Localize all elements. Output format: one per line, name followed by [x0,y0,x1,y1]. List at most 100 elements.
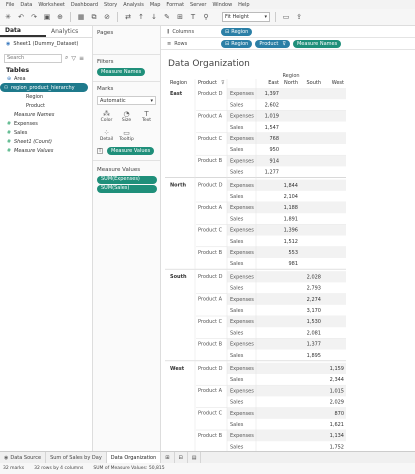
region-label-north: North [170,183,186,189]
datasource-tab[interactable]: ◉ Data Source [0,451,47,464]
col-pill-region[interactable]: ⊟ Region [221,27,253,36]
columns-shelf[interactable]: ⫼ Columns ⊟ Region [161,26,415,38]
datasource-item[interactable]: ◉ Sheet1 (Dummy_Dataset) [0,38,92,50]
menu-item-analysis[interactable]: Analysis [123,2,144,8]
pin-icon[interactable]: ⚲ [201,12,211,22]
size-button[interactable]: ◔ Size [117,107,136,125]
product-label: Product B [198,158,223,164]
field-measure-values[interactable]: # Measure Values [0,146,92,155]
measure-values-title: Measure Values [97,167,141,173]
menu-item-file[interactable]: File [6,2,14,8]
mark-type-dropdown[interactable]: Automatic ▾ [97,96,156,105]
text-button[interactable]: T Text [137,107,156,125]
filter-pill-measure-names[interactable]: Measure Names [97,68,146,76]
product-label: Product C [198,227,223,233]
sort-asc-icon[interactable]: ↑ [136,12,146,22]
field-product[interactable]: Product [0,101,92,110]
product-label: Product D [198,183,223,189]
rows-icon: ≡ [167,40,172,47]
field-area[interactable]: ⊕ Area [0,74,92,83]
measure-label: Sales [230,377,244,383]
field-region[interactable]: Region [0,92,92,101]
menu-item-dashboard[interactable]: Dashboard [71,2,98,8]
data-pane: Data Analytics ◉ Sheet1 (Dummy_Dataset) … [0,26,93,451]
measure-label: Sales [230,216,244,222]
search-input[interactable] [4,53,62,63]
measure-label: Sales [230,261,244,267]
menu-bar: File Data Worksheet Dashboard Story Analysis M… [0,0,415,9]
detail-button[interactable]: ⁘ Detail [97,126,116,144]
status-marks: 32 marks [3,466,25,471]
tooltip-button[interactable]: ▭ Tooltip [117,126,136,144]
size-icon: ◔ [123,109,130,118]
cell-value: 1,397 [265,91,279,97]
new-worksheet-icon[interactable]: ▦ [76,12,86,22]
menu-item-server[interactable]: Server [190,2,206,8]
menu-item-help[interactable]: Help [238,2,249,8]
new-story-tab[interactable]: ▤ [188,451,202,464]
menu-item-window[interactable]: Window [212,2,232,8]
redo-icon[interactable]: ↷ [29,12,39,22]
mv-pill-sum-expenses[interactable]: SUM(Expenses) [97,176,157,184]
pages-title: Pages [97,30,114,36]
sheet-tab-data-organization[interactable]: Data Organization [106,451,162,464]
measure-label: Expenses [230,136,254,142]
new-story-icon: ▤ [191,454,197,461]
menu-item-map[interactable]: Map [150,2,161,8]
fit-dropdown[interactable]: Fit Height ▾ [222,12,270,22]
highlight-icon[interactable]: ✎ [162,12,172,22]
field-measure-names[interactable]: Measure Names [0,110,92,119]
column-header-west: West [332,80,344,86]
view-options-icon[interactable]: ≡ [79,55,84,62]
menu-item-worksheet[interactable]: Worksheet [38,2,65,8]
field-sales[interactable]: # Sales [0,128,92,137]
row-pill-product[interactable]: Product ⊽ [255,39,290,48]
field-region-product-hierarchy[interactable]: ⚇ region_product_hierarchy [0,83,88,92]
new-datasource-icon[interactable]: ⊕ [55,12,65,22]
filter-icon: ⊽ [221,80,225,86]
clear-icon[interactable]: ⊘ [102,12,112,22]
cell-value: 2,029 [330,400,344,406]
cell-value: 1,377 [307,342,321,348]
mv-pill-sum-sales[interactable]: SUM(Sales) [97,185,157,193]
cell-value: 2,344 [330,377,344,383]
search-icon[interactable]: ⌕ [65,54,68,62]
menu-item-story[interactable]: Story [104,2,117,8]
labels-icon[interactable]: T [188,12,198,22]
swap-icon[interactable]: ⇄ [123,12,133,22]
tooltip-icon: ▭ [123,128,130,137]
presentation-icon[interactable]: ▭ [281,12,291,22]
row-header-product: Product [198,80,217,86]
menu-item-data[interactable]: Data [20,2,32,8]
column-header-south: South [306,80,321,86]
row-pill-measure-names[interactable]: Measure Names [292,39,342,48]
product-label: Product A [198,388,223,394]
row-pill-region[interactable]: ⊟ Region [221,39,253,48]
filter-icon[interactable]: ▽ [71,55,76,62]
sort-desc-icon[interactable]: ↓ [149,12,159,22]
tab-analytics[interactable]: Analytics [46,26,92,37]
new-dashboard-tab[interactable]: ⊟ [175,451,188,464]
undo-icon[interactable]: ↶ [16,12,26,22]
menu-item-format[interactable]: Format [166,2,184,8]
tab-data[interactable]: Data [0,26,46,37]
cell-value: 2,793 [307,286,321,292]
columns-label: Columns [172,28,195,35]
share-icon[interactable]: ⇪ [294,12,304,22]
cell-value: 1,512 [284,239,298,245]
field-sheet1-count-[interactable]: # Sheet1 (Count) [0,137,92,146]
marks-pill-measure-values[interactable]: Measure Values [107,147,155,155]
save-icon[interactable]: ▣ [42,12,52,22]
crosstab: Region Region Product ⊽ East North South West Ea… [165,73,346,451]
status-sum: SUM of Measure Values: 50,815 [93,466,165,471]
cell-value: 914 [269,158,279,164]
sheet-tab-sales-by-day[interactable]: Sum of Sales by Day [46,451,107,464]
rows-shelf[interactable]: ≡ Rows ⊟ Region Product ⊽ Measure Names [161,38,415,50]
field-expenses[interactable]: # Expenses [0,119,92,128]
group-icon[interactable]: ⊞ [175,12,185,22]
color-button[interactable]: ⁂ Color [97,107,116,125]
new-worksheet-tab[interactable]: ⊞ [161,451,175,464]
tables-heading: Tables [6,66,30,74]
duplicate-icon[interactable]: ⧉ [89,12,99,22]
database-icon: ◉ [6,41,11,47]
